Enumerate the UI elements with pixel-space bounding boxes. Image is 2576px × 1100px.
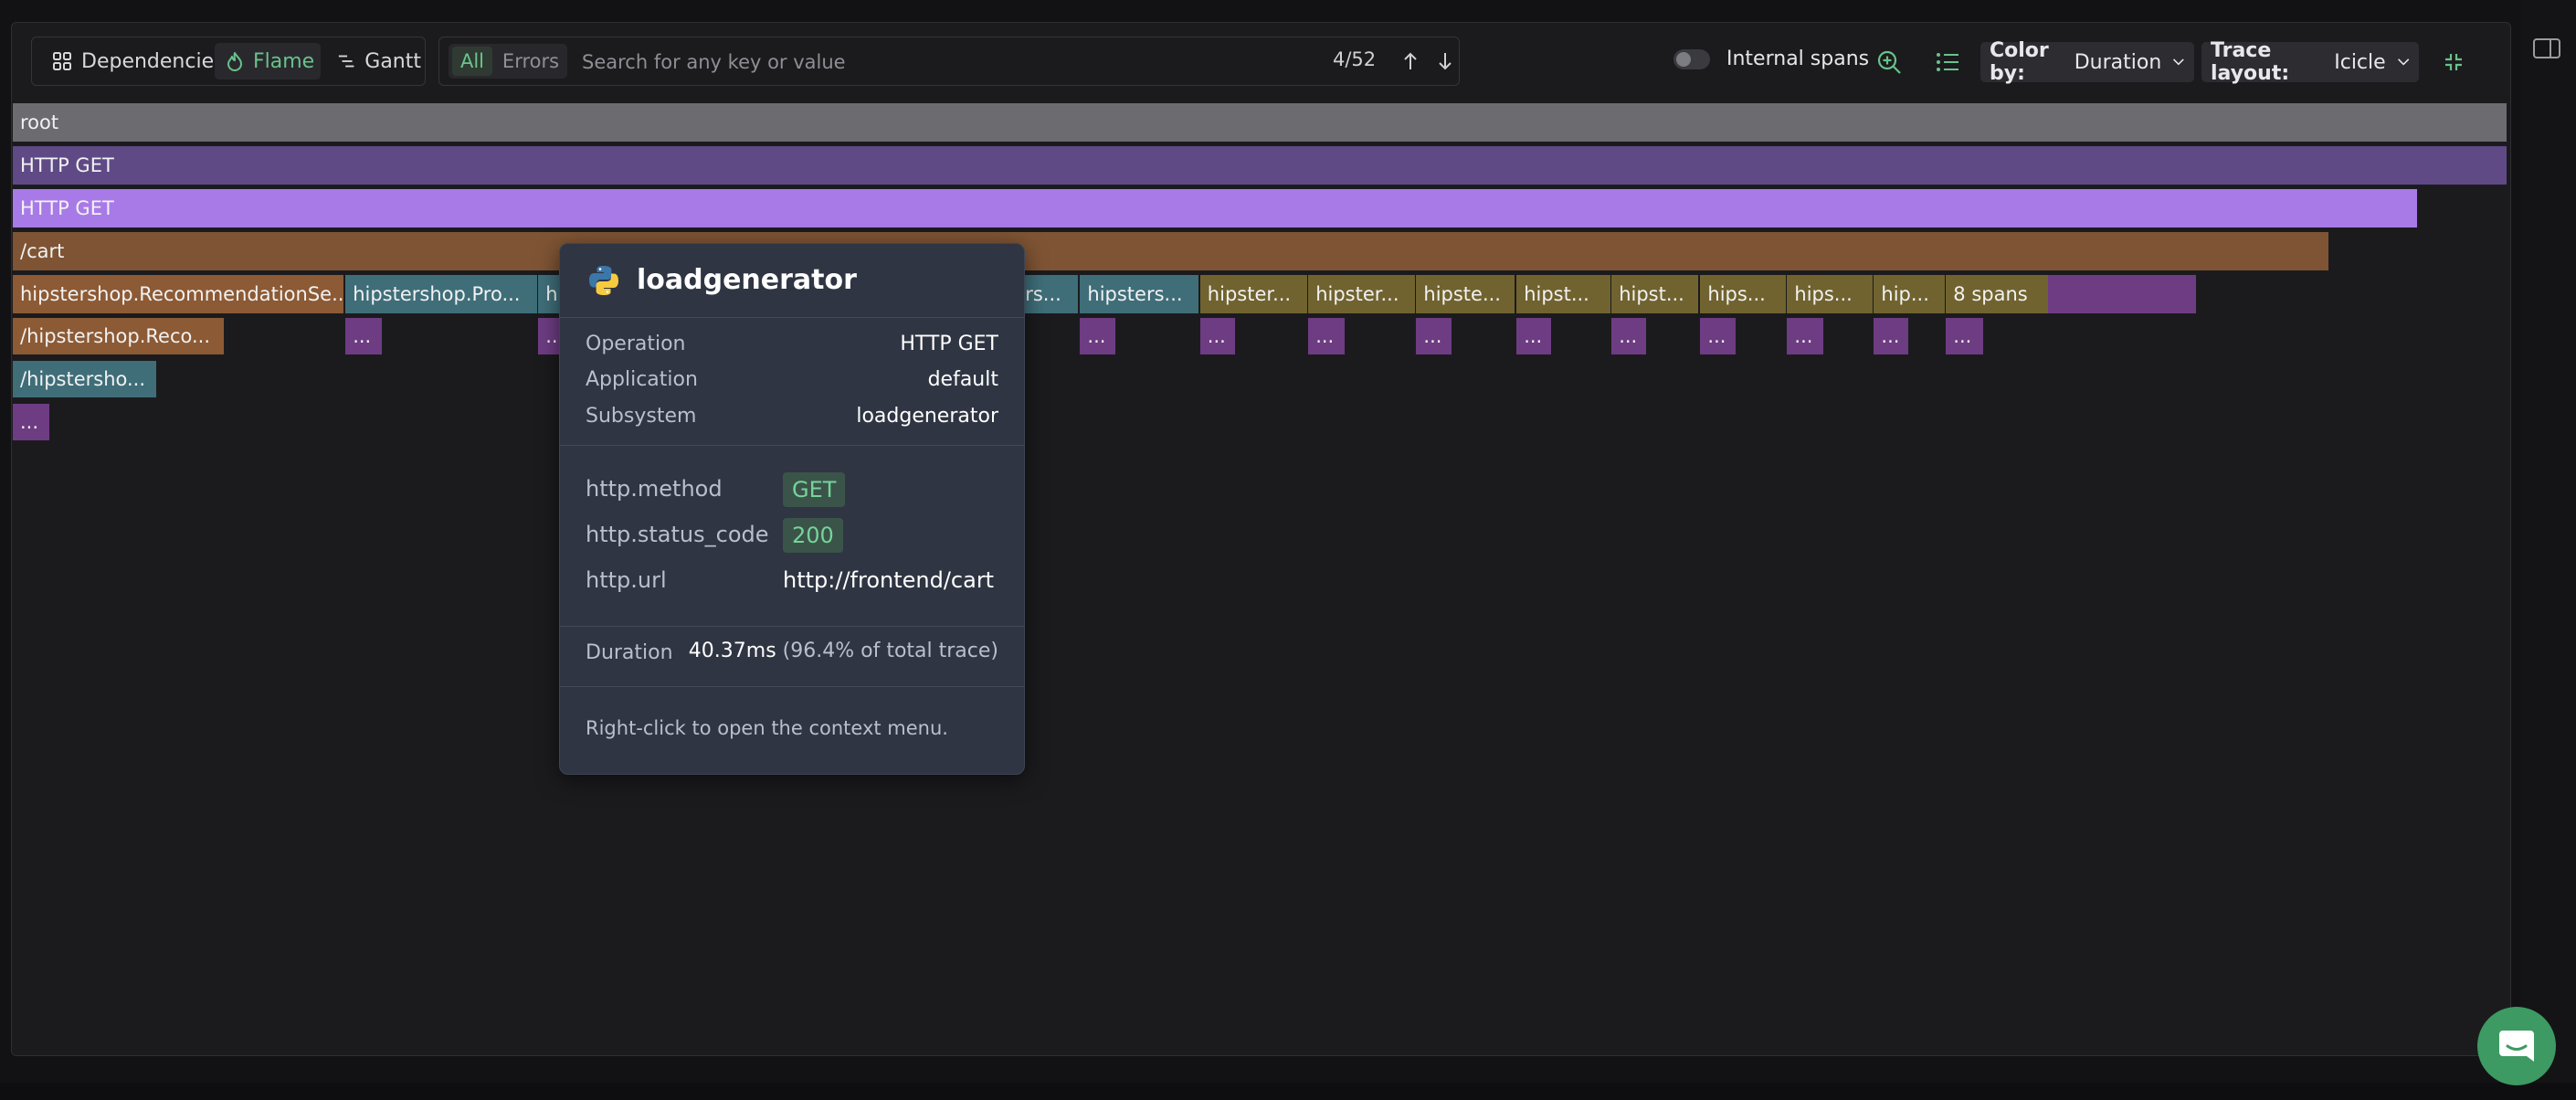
flame-span-bar[interactable]: ... [1874,318,1908,354]
flame-span-bar[interactable]: hipster... [1199,275,1307,313]
flame-span-bar[interactable]: /cart [13,232,2329,270]
field-label: Subsystem [586,405,697,428]
flame-span-bar[interactable]: root [13,103,2507,142]
flame-span-bar[interactable]: ... [1199,318,1235,354]
flame-span-bar[interactable]: ... [1308,318,1345,354]
flame-span-bar[interactable]: hipsters... [1080,275,1199,313]
attribute-value-badge: 200 [783,518,843,553]
tooltip-field-subsystem: Subsystem loadgenerator [586,405,998,428]
flame-span-bar[interactable]: ... [345,318,383,354]
flame-span-bar[interactable] [2047,275,2196,313]
flame-span-bar[interactable]: HTTP GET [13,189,2417,227]
context-menu-hint: Right-click to open the context menu. [586,717,948,739]
flame-span-bar[interactable]: hipst... [1516,275,1610,313]
python-icon [589,266,618,295]
field-value: loadgenerator [856,405,998,428]
tooltip-service-name: loadgenerator [637,264,857,296]
duration-value: 40.37ms [688,640,776,662]
flame-span-bar[interactable]: ... [1946,318,1983,354]
flame-span-bar[interactable]: /hipstersho... [13,361,156,397]
flame-span-bar[interactable]: hips... [1700,275,1786,313]
attribute-key: http.url [586,567,667,593]
flame-span-bar[interactable]: ... [13,404,49,440]
tooltip-field-operation: Operation HTTP GET [586,333,998,355]
tooltip-header: loadgenerator [560,244,1024,318]
flame-span-bar[interactable]: hipster... [1308,275,1415,313]
tooltip-field-application: Application default [586,368,998,391]
flame-span-bar[interactable]: hipstershop.Pro... [345,275,537,313]
flame-span-bar[interactable]: hips... [1787,275,1873,313]
flame-span-bar[interactable]: ... [1611,318,1647,354]
tooltip-divider [560,626,1024,627]
duration-share: (96.4% of total trace) [782,640,998,662]
flame-span-bar[interactable]: /hipstershop.Reco... [13,318,224,354]
duration-label: Duration [586,641,673,664]
attribute-value-badge: GET [783,472,846,507]
flame-span-bar[interactable]: HTTP GET [13,146,2507,185]
flame-span-bar[interactable]: ... [1700,318,1737,354]
flame-span-bar[interactable]: ... [1416,318,1452,354]
field-label: Operation [586,333,686,355]
field-value: HTTP GET [900,333,998,355]
flame-span-bar[interactable]: ... [1516,318,1552,354]
field-label: Application [586,368,698,391]
attribute-value: http://frontend/cart [783,567,995,593]
span-tooltip: loadgenerator Operation HTTP GET Applica… [559,243,1025,775]
support-chat-button[interactable] [2477,1007,2556,1085]
tooltip-divider [560,445,1024,446]
flame-span-bar[interactable]: hipst... [1611,275,1699,313]
flame-graph: root HTTP GET HTTP GET/cart hipstershop.Rec… [0,0,2576,1100]
flame-span-bar[interactable]: 8 spans [1946,275,2048,313]
flame-span-bar[interactable]: rs... [1018,275,1078,313]
flame-span-bar[interactable]: hipste... [1416,275,1515,313]
chat-icon [2499,1031,2534,1062]
flame-span-bar[interactable]: hip... [1874,275,1945,313]
flame-span-bar[interactable]: ... [1787,318,1823,354]
tooltip-divider [560,686,1024,687]
flame-span-bar[interactable]: hipstershop.RecommendationSe... [13,275,344,313]
duration-value-group: 40.37ms (96.4% of total trace) [689,640,998,662]
flame-span-bar[interactable]: ... [1080,318,1115,354]
attribute-key: http.method [586,476,723,502]
field-value: default [927,368,998,391]
attribute-key: http.status_code [586,522,769,547]
